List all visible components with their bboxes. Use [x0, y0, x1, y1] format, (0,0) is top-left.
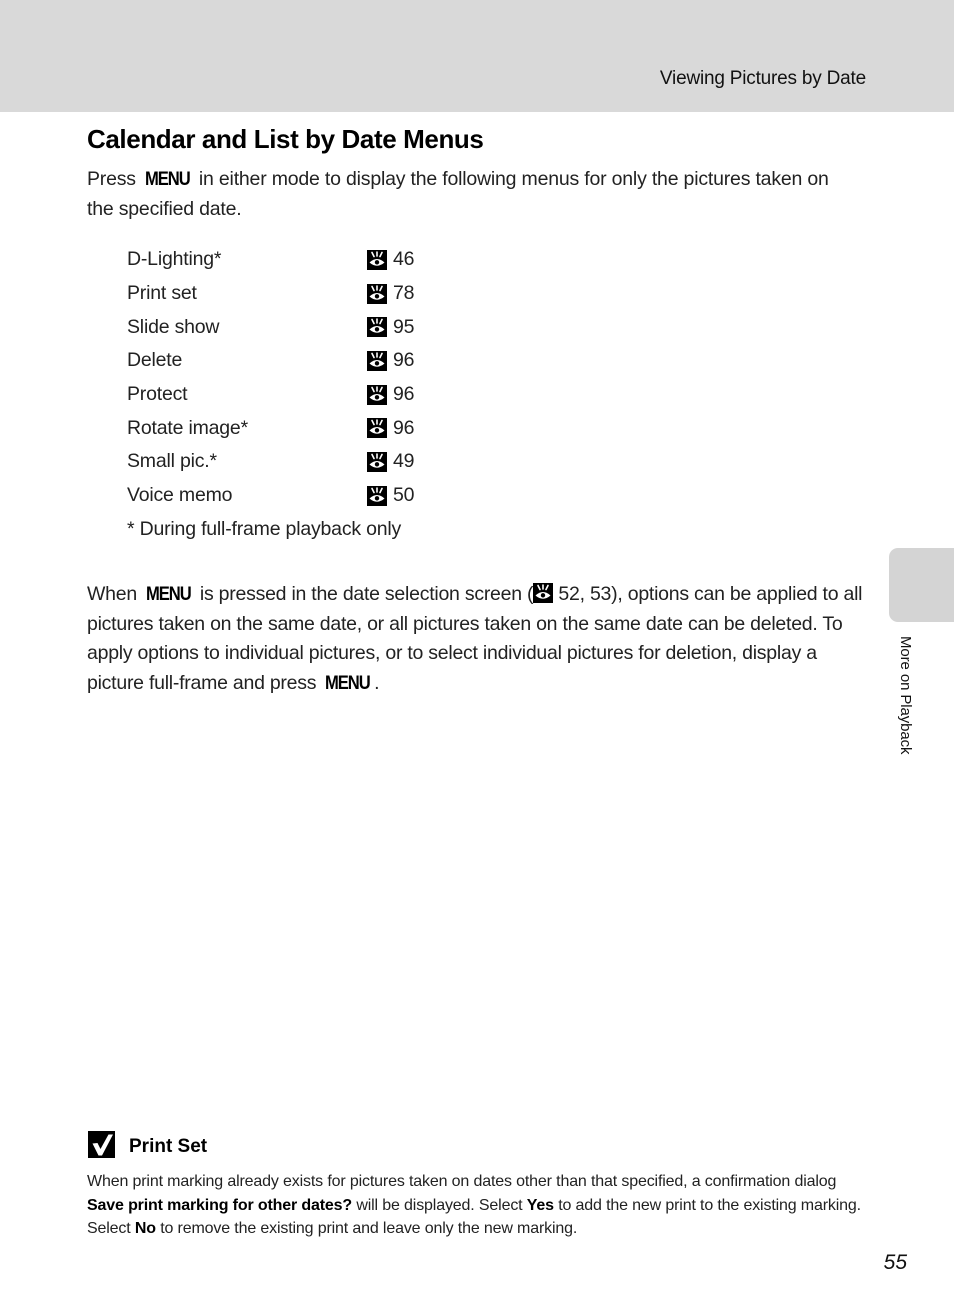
menu-list-item: Voice memo 50	[127, 479, 467, 513]
intro-paragraph: Press MENU in either mode to display the…	[87, 165, 847, 224]
menu-list-item: Slide show 95	[127, 310, 467, 344]
page-reference[interactable]: 78	[367, 282, 414, 305]
footnote: * During full-frame playback only	[127, 517, 402, 540]
menu-list-item: Small pic.* 49	[127, 445, 467, 479]
reference-page-link[interactable]: 52, 53	[553, 583, 611, 605]
menu-item-label: Small pic.*	[127, 450, 217, 473]
reference-page-icon	[367, 350, 387, 371]
menu-button-glyph: MENU	[146, 583, 192, 605]
page-reference-number: 49	[393, 450, 415, 473]
option-no: No	[134, 1220, 156, 1238]
menu-button-glyph: MENU	[325, 672, 371, 695]
reference-page-icon	[367, 283, 387, 304]
reference-page-icon	[367, 451, 387, 472]
menu-list: D-Lighting* 46 Print set 78 Slide show 95 Dele…	[127, 243, 467, 546]
page-reference-number: 95	[393, 315, 415, 338]
note-title: Print Set	[129, 1136, 208, 1157]
side-tab[interactable]	[889, 548, 954, 622]
reference-page-icon	[533, 583, 554, 603]
note-text: will be displayed. Select	[352, 1196, 527, 1214]
dialog-name: Save print marking for other dates?	[87, 1196, 353, 1214]
check-icon	[88, 1130, 115, 1158]
menu-list-item: Delete 96	[127, 344, 467, 378]
page-reference[interactable]: 49	[367, 450, 414, 473]
body-text: .	[374, 672, 380, 695]
note-text: When print marking already exists for pi…	[87, 1173, 837, 1190]
running-head: Viewing Pictures by Date	[659, 68, 866, 89]
reference-page-icon	[367, 418, 387, 439]
menu-item-label: Voice memo	[127, 484, 233, 507]
page-reference-number: 96	[393, 349, 415, 372]
reference-page-icon	[367, 485, 387, 506]
section-title: Calendar and List by Date Menus	[87, 124, 484, 154]
page-reference-number: 96	[393, 416, 415, 439]
reference-page-icon	[367, 317, 387, 338]
body-text: is pressed in the date selection screen …	[194, 583, 534, 605]
page-reference-number: 78	[393, 282, 415, 305]
menu-item-label: D-Lighting*	[127, 248, 222, 271]
page-reference[interactable]: 96	[367, 383, 414, 406]
page-reference-number: 46	[393, 248, 415, 271]
note-heading: Print Set	[88, 1130, 207, 1158]
reference-page-icon	[367, 249, 387, 270]
page-reference[interactable]: 46	[367, 248, 414, 271]
intro-text: Press	[87, 168, 142, 190]
body-paragraph: When MENU is pressed in the date selecti…	[87, 580, 872, 699]
note-body: When print marking already exists for pi…	[87, 1170, 877, 1241]
page-reference[interactable]: 96	[367, 417, 414, 440]
menu-item-label: Slide show	[127, 315, 220, 338]
menu-item-label: Rotate image*	[127, 416, 248, 439]
header-band	[0, 0, 954, 112]
page-number: 55	[883, 1251, 907, 1274]
page-reference[interactable]: 95	[367, 316, 414, 339]
menu-button-glyph: MENU	[145, 168, 191, 190]
menu-item-label: Print set	[127, 282, 197, 305]
menu-item-label: Delete	[127, 349, 183, 372]
menu-list-item: Rotate image* 96	[127, 411, 467, 445]
reference-page-icon	[367, 384, 387, 405]
menu-item-label: Protect	[127, 383, 188, 406]
side-tab-label: More on Playback	[897, 636, 914, 755]
intro-text: in either mode to display the following …	[87, 168, 829, 220]
page-reference[interactable]: 50	[367, 484, 414, 507]
page-reference-number: 50	[393, 484, 415, 507]
menu-list-item: Protect 96	[127, 378, 467, 412]
body-text: When	[87, 583, 143, 605]
menu-list-item: Print set 78	[127, 277, 467, 311]
page-reference[interactable]: 96	[367, 349, 414, 372]
page-reference-number: 96	[393, 383, 415, 406]
note-text: to remove the existing print and leave o…	[155, 1220, 578, 1238]
option-yes: Yes	[526, 1196, 554, 1214]
menu-list-item: D-Lighting* 46	[127, 243, 467, 277]
